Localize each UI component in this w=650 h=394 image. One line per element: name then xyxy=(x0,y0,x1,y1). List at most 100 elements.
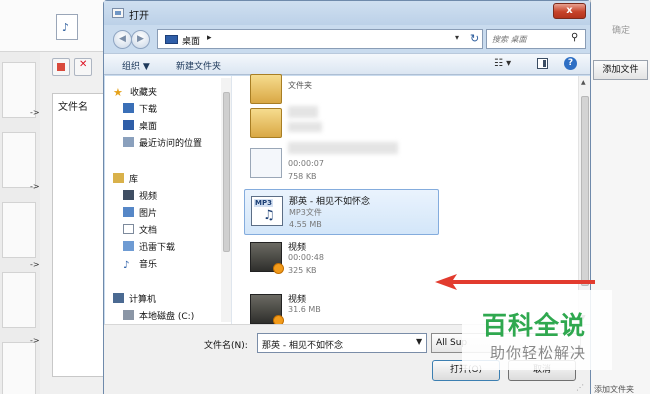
file-name: 视频 xyxy=(288,295,307,305)
filename-value[interactable]: 那英 - 相见不如怀念 xyxy=(262,338,343,351)
dialog-title-bar: 打开 x xyxy=(104,1,590,25)
address-location[interactable]: 桌面 xyxy=(182,34,200,47)
row-arrow: -> xyxy=(30,260,40,269)
file-size: 31.6 MB xyxy=(288,305,321,314)
dialog-title: 打开 xyxy=(129,11,149,22)
sidebar-item-desktop[interactable]: 桌面 xyxy=(123,119,157,132)
desktop-icon xyxy=(165,35,178,44)
back-icon[interactable]: ◀ xyxy=(113,30,132,49)
navigation-row: ◀ ▶ 桌面 ▸ ▾ ↻ ⚲ xyxy=(104,25,590,53)
thumbnail-cell xyxy=(2,272,36,328)
watermark-title: 百科全说 xyxy=(482,311,587,340)
sidebar-item-videos[interactable]: 视频 xyxy=(123,189,157,202)
add-icon[interactable] xyxy=(52,58,70,76)
sidebar-item-local-disk[interactable]: 本地磁盘 (C:) xyxy=(123,309,194,322)
navigation-pane: ★ 收藏夹 下载 桌面 最近访问的位置 库 视频 图片 文档 迅雷下载 ♪ 音乐… xyxy=(105,76,232,324)
file-size: 4.55 MB xyxy=(289,220,322,229)
filename-dropdown-icon[interactable]: ▼ xyxy=(416,337,422,346)
new-folder-button[interactable]: 新建文件夹 xyxy=(176,59,221,72)
file-type: MP3文件 xyxy=(289,208,322,217)
video-thumbnail-icon xyxy=(250,242,284,274)
sidebar-item-pictures[interactable]: 图片 xyxy=(123,206,157,219)
library-icon xyxy=(113,173,124,183)
libraries-header[interactable]: 库 xyxy=(113,172,138,185)
blurred-name xyxy=(288,142,398,154)
sidebar-item-recent[interactable]: 最近访问的位置 xyxy=(123,136,202,149)
row-arrow: -> xyxy=(30,336,40,345)
list-item[interactable]: 00:00:07 758 KB xyxy=(244,142,439,188)
preview-pane-icon[interactable] xyxy=(537,58,548,69)
music-file-icon xyxy=(56,14,78,40)
list-item[interactable]: 视频 00:00:48 325 KB xyxy=(244,236,439,282)
filename-label: 文件名(N): xyxy=(204,341,248,351)
blurred-name xyxy=(288,122,322,132)
filename-input[interactable]: 那英 - 相见不如怀念 ▼ xyxy=(257,333,427,353)
sidebar-item-documents[interactable]: 文档 xyxy=(123,223,157,236)
sidebar-item-downloads[interactable]: 下载 xyxy=(123,102,157,115)
mp3-icon: MP3 ♫ xyxy=(251,196,283,226)
forward-icon[interactable]: ▶ xyxy=(131,30,150,49)
blurred-name xyxy=(288,106,318,118)
download-folder-icon xyxy=(123,241,134,251)
search-box[interactable]: ⚲ xyxy=(486,29,586,49)
thumbnail-cell xyxy=(2,202,36,258)
file-list-panel xyxy=(52,93,106,377)
nav-scroll-thumb[interactable] xyxy=(223,92,230,252)
confirm-button[interactable]: 确定 xyxy=(596,19,646,43)
background-left-strip: -> -> -> -> xyxy=(0,52,40,394)
picture-icon xyxy=(123,207,134,217)
add-folder-label[interactable]: 添加文件夹 xyxy=(594,384,634,394)
column-header-filename: 文件名 xyxy=(58,102,88,113)
breadcrumb-chevron-icon[interactable]: ▸ xyxy=(207,33,212,43)
row-arrow: -> xyxy=(30,182,40,191)
file-size: 758 KB xyxy=(288,172,317,181)
file-duration: 00:00:07 xyxy=(288,159,324,168)
folder-icon xyxy=(250,74,282,104)
file-list-scroll-thumb[interactable] xyxy=(581,96,589,286)
file-name: 那英 - 相见不如怀念 xyxy=(289,197,370,207)
view-options-icon[interactable]: ☷ ▾ xyxy=(494,58,511,69)
audio-file-icon xyxy=(250,148,282,178)
file-name: 视频 xyxy=(288,243,307,253)
disk-icon xyxy=(123,310,134,320)
close-button[interactable]: x xyxy=(553,3,586,19)
help-icon[interactable]: ? xyxy=(564,57,577,70)
remove-icon[interactable]: ✕ xyxy=(74,58,92,76)
file-size: 325 KB xyxy=(288,266,317,275)
search-input[interactable] xyxy=(492,33,566,45)
music-icon: ♪ xyxy=(123,260,130,271)
document-icon xyxy=(123,224,134,234)
downloads-icon xyxy=(123,103,134,113)
red-pointer-arrow-icon xyxy=(435,274,595,290)
file-type: 文件夹 xyxy=(288,81,312,90)
window-icon xyxy=(112,8,124,18)
browser-pane: ★ 收藏夹 下载 桌面 最近访问的位置 库 视频 图片 文档 迅雷下载 ♪ 音乐… xyxy=(105,74,595,326)
file-duration: 00:00:48 xyxy=(288,253,324,262)
resize-grip-icon[interactable]: ⋰ xyxy=(576,383,584,392)
list-item-selected[interactable]: MP3 ♫ 那英 - 相见不如怀念 MP3文件 4.55 MB xyxy=(244,189,439,235)
folder-icon xyxy=(250,108,282,138)
sidebar-item-music[interactable]: ♪ 音乐 xyxy=(123,257,157,271)
row-arrow: -> xyxy=(30,108,40,117)
organize-menu[interactable]: 组织 ▼ xyxy=(122,59,150,72)
video-thumbnail-icon xyxy=(250,294,284,326)
search-icon[interactable]: ⚲ xyxy=(571,32,578,43)
scroll-up-icon[interactable]: ▲ xyxy=(581,79,586,86)
nav-scrollbar[interactable] xyxy=(221,78,231,322)
sidebar-item-thunder-downloads[interactable]: 迅雷下载 xyxy=(123,240,175,253)
address-dropdown-icon[interactable]: ▾ xyxy=(455,33,459,42)
watermark-subtitle: 助你轻松解决 xyxy=(490,344,587,362)
computer-header[interactable]: 计算机 xyxy=(113,292,156,305)
computer-icon xyxy=(113,293,124,303)
star-icon: ★ xyxy=(113,86,123,99)
play-icon xyxy=(273,263,284,274)
video-icon xyxy=(123,190,134,200)
add-file-button[interactable]: 添加文件 xyxy=(593,60,648,80)
desktop-icon xyxy=(123,120,134,130)
address-bar[interactable]: 桌面 ▸ ▾ ↻ xyxy=(157,29,483,49)
watermark: 百科全说 助你轻松解决 xyxy=(462,290,612,370)
thumbnail-cell xyxy=(2,132,36,188)
favorites-header[interactable]: ★ 收藏夹 xyxy=(113,85,157,99)
recent-places-icon xyxy=(123,137,134,147)
refresh-icon[interactable]: ↻ xyxy=(470,32,479,45)
